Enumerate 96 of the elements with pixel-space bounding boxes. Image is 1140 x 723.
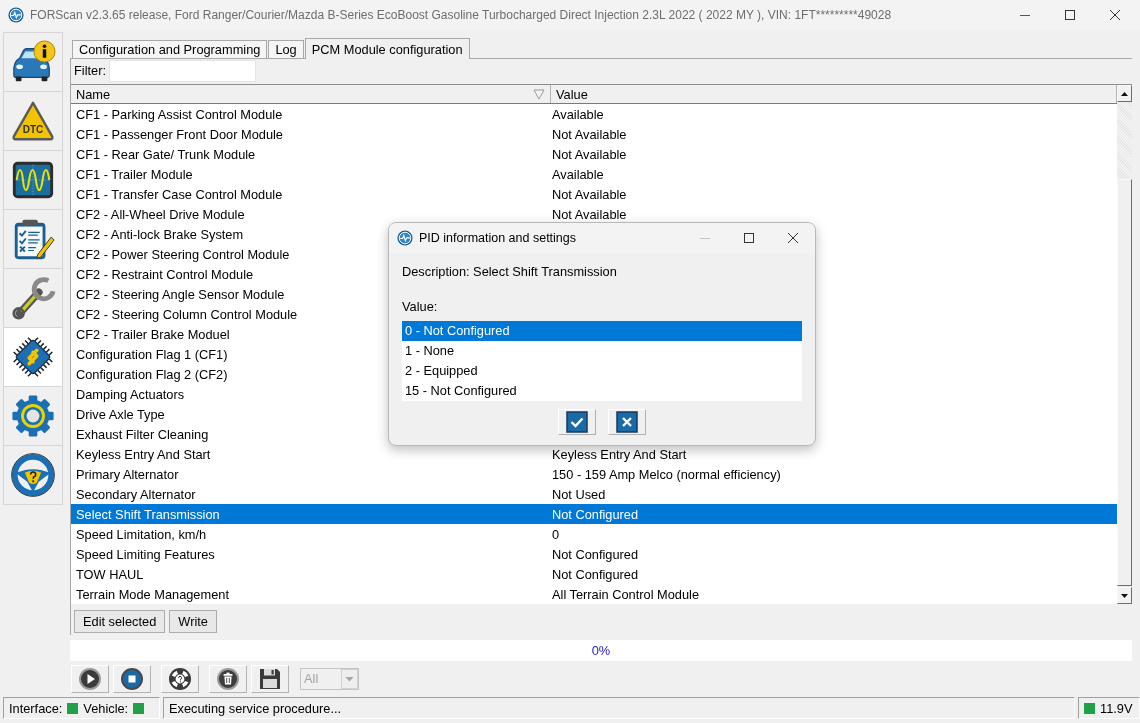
table-cell: CF2 - Restraint Control Module: [76, 266, 254, 282]
wrench-icon: [10, 275, 56, 321]
table-cell: CF1 - Parking Assist Control Module: [76, 106, 283, 122]
list-item[interactable]: 0 - Not Configured: [402, 321, 802, 341]
chip-icon: [10, 334, 56, 380]
tab[interactable]: Log: [268, 40, 304, 58]
scrollbar-thumb[interactable]: [1117, 179, 1132, 586]
table-cell: CF1 - Passenger Front Door Module: [76, 126, 283, 142]
dialog-title: PID information and settings: [419, 231, 578, 245]
sidebar-button[interactable]: DTC: [3, 91, 63, 151]
status-message: Executing service procedure...: [163, 697, 1075, 719]
maximize-icon: [1064, 10, 1075, 20]
table-cell: Not Available: [552, 186, 627, 202]
table-cell: CF2 - Anti-lock Brake System: [76, 226, 244, 242]
table-row[interactable]: Select Shift Transmission Not Configured: [71, 504, 1117, 524]
description-text: Description: Select Shift Transmission: [402, 264, 617, 280]
save-icon: [258, 666, 282, 691]
minimize-icon: [700, 237, 710, 239]
table-cell: Not Configured: [552, 546, 639, 562]
caret-icon: [341, 668, 358, 689]
sidebar-button[interactable]: [3, 209, 63, 269]
tab[interactable]: Configuration and Programming: [72, 40, 268, 58]
ok-button[interactable]: [558, 409, 596, 435]
table-cell: Available: [552, 106, 604, 122]
window-title: FORScan v2.3.65 release, Ford Ranger/Courier/Mazda B-Series EcoBoost Gasoline Turbocharged Direct Injection 2.3L 2022 ( 2022 MY ), VIN: 1FT*********49028: [30, 8, 893, 22]
table-cell: Secondary Alternator: [76, 486, 196, 502]
up-arrow-icon: [1121, 91, 1128, 96]
voltage-reading: 11.9V: [1100, 700, 1133, 716]
table-cell: CF2 - Power Steering Control Module: [76, 246, 290, 262]
cross-icon: [616, 411, 638, 433]
filter-field[interactable]: [109, 59, 256, 82]
table-cell: Configuration Flag 1 (CF1): [76, 346, 228, 362]
table-cell: Configuration Flag 2 (CF2): [76, 366, 228, 382]
table-cell: Damping Actuators: [76, 386, 185, 402]
delete-button[interactable]: [209, 664, 247, 693]
cancel-button[interactable]: [608, 409, 646, 435]
dtc-label: DTC: [22, 124, 44, 136]
table-cell: TOW HAUL: [76, 566, 144, 582]
table-cell: Speed Limiting Features: [76, 546, 215, 562]
sidebar-button[interactable]: [3, 150, 63, 210]
close-icon: [788, 233, 798, 243]
sidebar-button[interactable]: [3, 268, 63, 328]
table-cell: Not Used: [552, 486, 606, 502]
table-cell: CF1 - Trailer Module: [76, 166, 193, 182]
app-logo-icon: [397, 230, 413, 246]
table-cell: CF1 - Transfer Case Control Module: [76, 186, 283, 202]
table-cell: Not Configured: [552, 566, 639, 582]
play-button[interactable]: [71, 664, 109, 693]
table-cell: 0: [552, 526, 560, 542]
steering-wheel-icon: [10, 452, 56, 498]
maximize-icon: [744, 233, 754, 243]
sidebar-button[interactable]: [3, 445, 63, 505]
table-cell: CF2 - All-Wheel Drive Module: [76, 206, 245, 222]
close-icon: [1109, 10, 1120, 20]
table-cell: CF2 - Trailer Brake Moduel: [76, 326, 230, 342]
table-cell: CF1 - Rear Gate/ Trunk Module: [76, 146, 256, 162]
down-arrow-icon: [1121, 593, 1128, 598]
sidebar-button[interactable]: [3, 32, 63, 92]
play-icon: [78, 666, 102, 691]
table-cell: Primary Alternator: [76, 466, 179, 482]
table-cell: Not Configured: [552, 506, 639, 522]
table-cell: Available: [552, 166, 604, 182]
table-cell: Speed Limitation, km/h: [76, 526, 207, 542]
checkmark-icon: [566, 411, 588, 433]
sidebar-button[interactable]: [3, 327, 63, 387]
status-label: Interface:: [9, 700, 63, 716]
scroll-up-button[interactable]: [1117, 85, 1132, 102]
table-cell: CF2 - Steering Column Control Module: [76, 306, 298, 322]
table-cell: Keyless Entry And Start: [76, 446, 211, 462]
table-cell: Terrain Mode Management: [76, 586, 229, 602]
table-cell: Keyless Entry And Start: [552, 446, 687, 462]
table-cell: All Terrain Control Module: [552, 586, 699, 602]
filter-label: Filter:: [74, 63, 106, 78]
table-cell: Exhaust Filter Cleaning: [76, 426, 209, 442]
stop-icon: [120, 666, 144, 691]
scroll-down-button[interactable]: [1117, 587, 1132, 604]
tab[interactable]: PCM Module configuration: [304, 38, 470, 59]
status-label: Vehicle:: [83, 700, 129, 716]
gear-icon: [10, 393, 56, 439]
action-button[interactable]: Write: [169, 609, 217, 633]
table-cell: Not Available: [552, 126, 627, 142]
table-cell: Drive Axle Type: [76, 406, 165, 422]
minimize-icon: [1019, 14, 1030, 16]
trash-icon: [216, 666, 240, 691]
table-cell: Not Available: [552, 206, 627, 222]
progress-text: 0%: [591, 643, 611, 658]
help-button[interactable]: [161, 664, 199, 693]
table-cell: 150 - 159 Amp Melco (normal efficiency): [552, 466, 781, 482]
app-logo-icon: [8, 7, 24, 23]
table-cell: Not Available: [552, 146, 627, 162]
action-button[interactable]: Edit selected: [74, 609, 166, 633]
lifebuoy-icon: [168, 666, 192, 691]
table-cell: CF2 - Steering Angle Sensor Module: [76, 286, 285, 302]
save-button[interactable]: [251, 664, 289, 693]
stop-button[interactable]: [113, 664, 151, 693]
table-cell: Select Shift Transmission: [76, 506, 220, 522]
